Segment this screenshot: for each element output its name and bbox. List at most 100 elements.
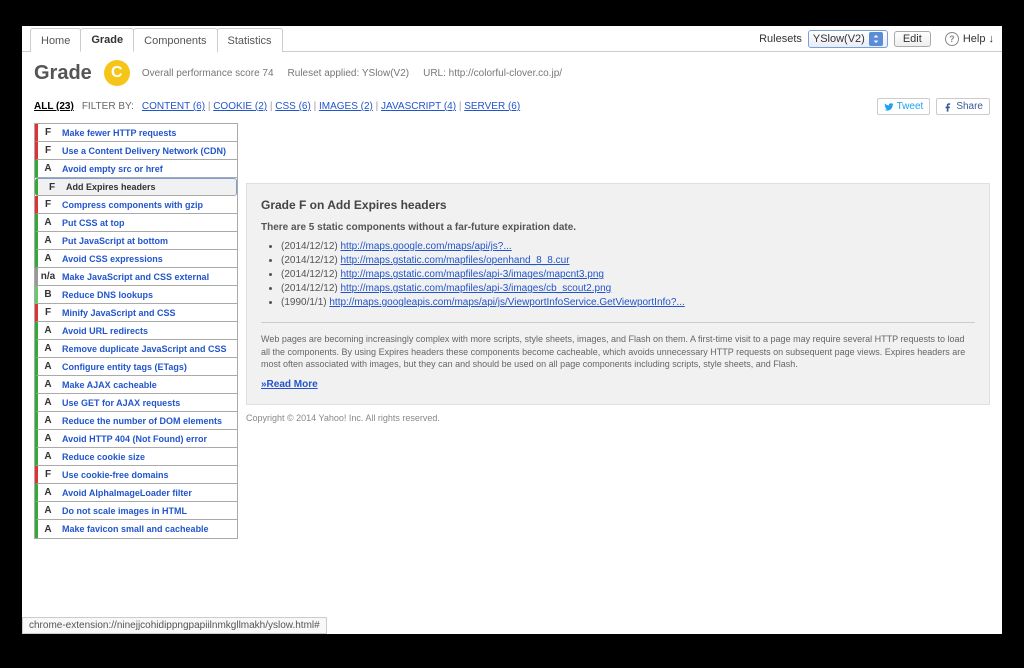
- rule-row[interactable]: ADo not scale images in HTML: [35, 502, 237, 520]
- read-more-link[interactable]: »Read More: [261, 379, 318, 390]
- detail-item: (2014/12/12) http://maps.gstatic.com/map…: [281, 255, 975, 266]
- detail-item-link[interactable]: http://maps.googleapis.com/maps/api/js/V…: [329, 297, 684, 308]
- filter-link[interactable]: COOKIE (2): [213, 101, 267, 112]
- rule-title: Compress components with gzip: [58, 200, 237, 210]
- share-button[interactable]: Share: [936, 98, 990, 115]
- detail-item: (1990/1/1) http://maps.googleapis.com/ma…: [281, 297, 975, 308]
- rule-row[interactable]: FCompress components with gzip: [35, 196, 237, 214]
- rule-grade: A: [38, 253, 58, 264]
- filter-link[interactable]: IMAGES (2): [319, 101, 373, 112]
- rule-title: Minify JavaScript and CSS: [58, 308, 237, 318]
- rule-grade: F: [38, 307, 58, 318]
- rule-title: Add Expires headers: [62, 182, 232, 192]
- rule-grade: F: [38, 469, 58, 480]
- summary-row: Grade C Overall performance score 74 Rul…: [22, 52, 1002, 94]
- filter-link[interactable]: CONTENT (6): [142, 101, 205, 112]
- rule-row[interactable]: AMake favicon small and cacheable: [35, 520, 237, 538]
- yslow-panel: Home Grade Components Statistics Ruleset…: [22, 26, 1002, 634]
- detail-item-date: (2014/12/12): [281, 255, 341, 266]
- separator: |: [205, 101, 213, 112]
- filter-all[interactable]: ALL (23): [34, 101, 74, 112]
- rule-grade: A: [38, 343, 58, 354]
- rule-title: Make fewer HTTP requests: [58, 128, 237, 138]
- rule-grade: A: [38, 433, 58, 444]
- rule-title: Use GET for AJAX requests: [58, 398, 237, 408]
- rule-title: Avoid empty src or href: [58, 164, 237, 174]
- detail-item-date: (2014/12/12): [281, 269, 341, 280]
- detail-item: (2014/12/12) http://maps.google.com/maps…: [281, 241, 975, 252]
- rule-grade: A: [38, 217, 58, 228]
- help-icon: ?: [945, 32, 959, 46]
- rule-grade: A: [38, 325, 58, 336]
- rule-title: Remove duplicate JavaScript and CSS: [58, 344, 237, 354]
- rule-row[interactable]: APut JavaScript at bottom: [35, 232, 237, 250]
- edit-button[interactable]: Edit: [894, 31, 931, 47]
- rule-title: Put CSS at top: [58, 218, 237, 228]
- rule-row[interactable]: AReduce the number of DOM elements: [35, 412, 237, 430]
- detail-item-link[interactable]: http://maps.google.com/maps/api/js?...: [341, 241, 512, 252]
- rule-row[interactable]: AAvoid HTTP 404 (Not Found) error: [35, 430, 237, 448]
- rule-row[interactable]: AReduce cookie size: [35, 448, 237, 466]
- rule-row[interactable]: FUse cookie-free domains: [35, 466, 237, 484]
- tab-components[interactable]: Components: [133, 28, 217, 52]
- dropdown-icon: [869, 32, 883, 46]
- summary-score: Overall performance score 74: [142, 68, 274, 79]
- tab-home[interactable]: Home: [30, 28, 81, 52]
- detail-item-link[interactable]: http://maps.gstatic.com/mapfiles/api-3/i…: [341, 283, 612, 294]
- rule-row[interactable]: FAdd Expires headers: [35, 178, 237, 196]
- rule-row[interactable]: AUse GET for AJAX requests: [35, 394, 237, 412]
- rule-row[interactable]: FMake fewer HTTP requests: [35, 124, 237, 142]
- rule-grade: A: [38, 235, 58, 246]
- rule-row[interactable]: FMinify JavaScript and CSS: [35, 304, 237, 322]
- rule-row[interactable]: AMake AJAX cacheable: [35, 376, 237, 394]
- rulesets-label: Rulesets: [759, 33, 802, 45]
- summary-text: Overall performance score 74 Ruleset app…: [142, 68, 562, 79]
- facebook-icon: [943, 102, 953, 112]
- help-group[interactable]: ? Help ↓: [945, 32, 994, 46]
- rule-row[interactable]: FUse a Content Delivery Network (CDN): [35, 142, 237, 160]
- ruleset-select[interactable]: YSlow(V2): [808, 30, 888, 48]
- rule-title: Reduce the number of DOM elements: [58, 416, 237, 426]
- separator: |: [373, 101, 381, 112]
- rule-grade: A: [38, 361, 58, 372]
- tab-statistics[interactable]: Statistics: [217, 28, 283, 52]
- summary-ruleset: Ruleset applied: YSlow(V2): [288, 68, 410, 79]
- rule-grade: n/a: [38, 271, 58, 282]
- copyright: Copyright © 2014 Yahoo! Inc. All rights …: [246, 413, 990, 423]
- rule-title: Avoid HTTP 404 (Not Found) error: [58, 434, 237, 444]
- tweet-button[interactable]: Tweet: [877, 98, 931, 115]
- rule-row[interactable]: AAvoid empty src or href: [35, 160, 237, 178]
- rule-row[interactable]: AConfigure entity tags (ETags): [35, 358, 237, 376]
- rule-grade: A: [38, 524, 58, 535]
- rule-title: Avoid CSS expressions: [58, 254, 237, 264]
- rule-grade: F: [42, 182, 62, 193]
- share-label: Share: [956, 101, 983, 112]
- rule-row[interactable]: APut CSS at top: [35, 214, 237, 232]
- filter-link[interactable]: JAVASCRIPT (4): [381, 101, 456, 112]
- detail-title: Grade F on Add Expires headers: [261, 198, 975, 212]
- grade-badge: C: [104, 60, 130, 86]
- rule-title: Reduce cookie size: [58, 452, 237, 462]
- rule-grade: A: [38, 451, 58, 462]
- detail-item-date: (2014/12/12): [281, 241, 341, 252]
- detail-item-link[interactable]: http://maps.gstatic.com/mapfiles/openhan…: [341, 255, 570, 266]
- rule-grade: A: [38, 505, 58, 516]
- separator: |: [456, 101, 464, 112]
- rule-row[interactable]: BReduce DNS lookups: [35, 286, 237, 304]
- topbar-right: Rulesets YSlow(V2) Edit ? Help ↓: [759, 26, 994, 51]
- rule-row[interactable]: n/aMake JavaScript and CSS external: [35, 268, 237, 286]
- rule-row[interactable]: AAvoid URL redirects: [35, 322, 237, 340]
- detail-item-link[interactable]: http://maps.gstatic.com/mapfiles/api-3/i…: [341, 269, 604, 280]
- rule-row[interactable]: AAvoid CSS expressions: [35, 250, 237, 268]
- rule-grade: A: [38, 487, 58, 498]
- rule-row[interactable]: ARemove duplicate JavaScript and CSS: [35, 340, 237, 358]
- social-buttons: Tweet Share: [877, 98, 990, 115]
- filter-link[interactable]: CSS (6): [275, 101, 311, 112]
- rule-grade: F: [38, 199, 58, 210]
- filter-link[interactable]: SERVER (6): [464, 101, 520, 112]
- rule-title: Use cookie-free domains: [58, 470, 237, 480]
- filterbar: ALL (23) FILTER BY: CONTENT (6) | COOKIE…: [22, 94, 1002, 123]
- summary-url: URL: http://colorful-clover.co.jp/: [423, 68, 562, 79]
- rule-row[interactable]: AAvoid AlphaImageLoader filter: [35, 484, 237, 502]
- tab-grade[interactable]: Grade: [80, 28, 134, 52]
